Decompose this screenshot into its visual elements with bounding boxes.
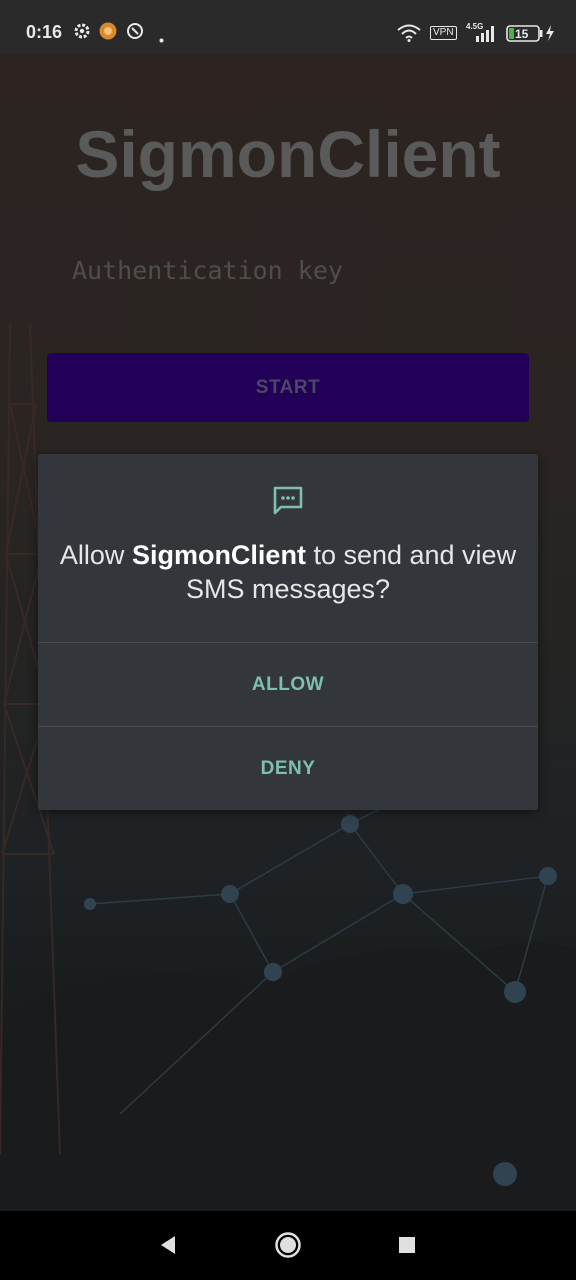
location-off-icon	[126, 22, 144, 45]
allow-button[interactable]: ALLOW	[38, 644, 538, 726]
permission-dialog: Allow SigmonClient to send and view SMS …	[38, 454, 538, 810]
signal-icon	[468, 24, 498, 47]
divider	[38, 726, 538, 727]
wifi-icon	[397, 24, 421, 47]
app-title: SigmonClient	[75, 117, 501, 191]
permission-message: Allow SigmonClient to send and view SMS …	[58, 538, 518, 606]
dot-icon	[159, 30, 164, 48]
home-icon[interactable]	[268, 1225, 308, 1265]
status-bar: 0:16 VPN 4.5G 15	[0, 0, 576, 54]
navigation-bar	[0, 1211, 576, 1280]
permission-text-prefix: Allow	[59, 540, 132, 570]
charging-icon	[545, 25, 555, 46]
status-time: 0:16	[26, 22, 63, 42]
battery-level: 15	[515, 27, 529, 41]
divider	[38, 642, 538, 643]
authentication-key-input[interactable]	[70, 246, 514, 294]
recents-icon[interactable]	[387, 1225, 427, 1265]
gear-icon	[73, 22, 91, 45]
notification-app-icon	[99, 22, 117, 45]
permission-app-name: SigmonClient	[131, 540, 306, 570]
vpn-badge: VPN	[430, 26, 457, 40]
back-icon[interactable]	[148, 1225, 188, 1265]
start-button[interactable]: START	[47, 353, 529, 422]
deny-button[interactable]: DENY	[38, 728, 538, 810]
message-icon	[272, 484, 304, 516]
